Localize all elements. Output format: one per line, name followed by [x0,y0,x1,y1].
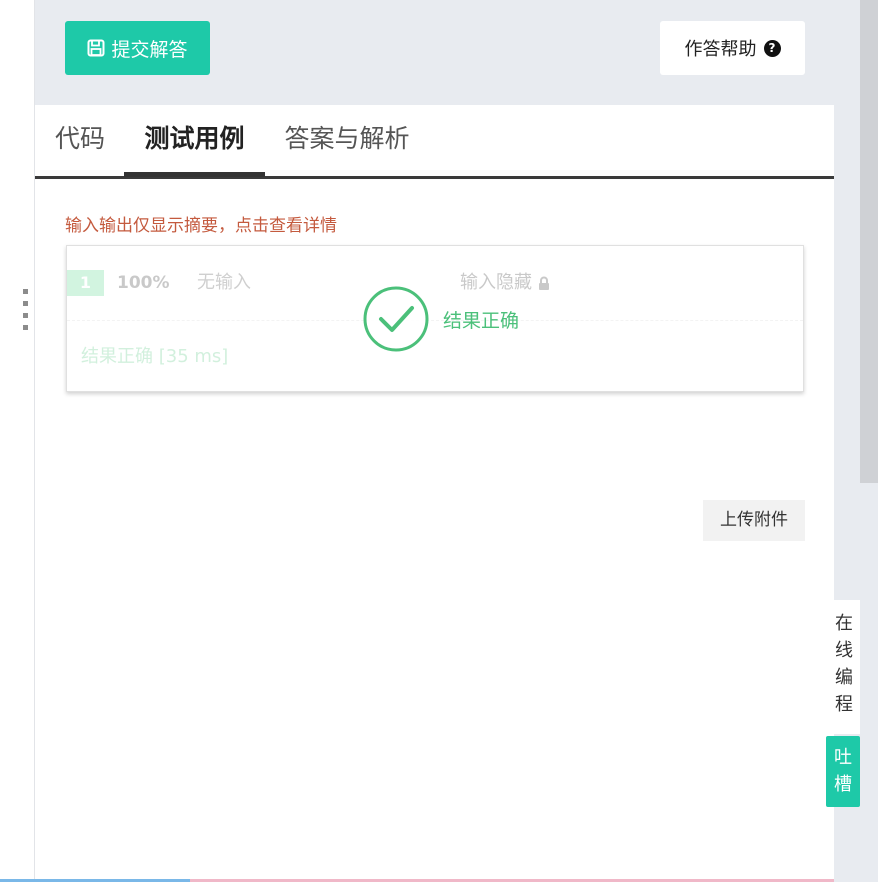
online-coding-tab[interactable]: 在 线 编 程 [828,600,860,734]
lock-icon [539,276,549,290]
online-char: 在 [835,613,853,634]
submit-answer-label: 提交解答 [111,38,188,61]
active-tab-indicator [124,172,265,177]
test-case-result: 结果正确 [35 ms] [81,346,229,367]
splitter-handle[interactable] [23,289,29,341]
answer-panel: 提交解答 作答帮助 ? 代码 测试用例 答案与解析 输入输出仅显示摘要，点击查看… [35,0,834,882]
scrollbar-thumb[interactable] [860,0,878,483]
feedback-char: 槽 [834,774,852,795]
test-case-input: 无输入 [197,272,251,293]
answer-help-label: 作答帮助 [684,39,757,60]
upload-attachment-button[interactable]: 上传附件 [703,500,805,541]
question-circle-icon: ? [763,39,781,57]
details-hint-link[interactable]: 输入输出仅显示摘要，点击查看详情 [65,211,337,236]
left-pane [0,0,34,882]
online-char: 程 [835,694,853,715]
check-circle-icon [363,286,429,352]
tab-test-cases[interactable]: 测试用例 [124,105,265,175]
answer-help-button[interactable]: 作答帮助 ? [660,21,805,75]
save-icon [87,39,105,57]
online-char: 线 [835,640,853,661]
result-overlay: 结果正确 [363,286,519,352]
online-char: 编 [835,667,853,688]
tab-answer-analysis[interactable]: 答案与解析 [281,105,413,175]
result-overlay-text: 结果正确 [443,309,520,332]
test-case-score: 100% [117,273,170,293]
toolbar: 提交解答 作答帮助 ? [35,0,834,105]
test-case-card[interactable]: 1 100% 无输入 输入隐藏 结果正确 [35 ms] 结果正确 [66,245,804,392]
feedback-tab[interactable]: 吐 槽 [826,736,860,807]
tab-code[interactable]: 代码 [51,105,109,175]
feedback-char: 吐 [834,747,852,768]
submit-answer-button[interactable]: 提交解答 [65,21,210,75]
test-case-number: 1 [67,270,104,296]
